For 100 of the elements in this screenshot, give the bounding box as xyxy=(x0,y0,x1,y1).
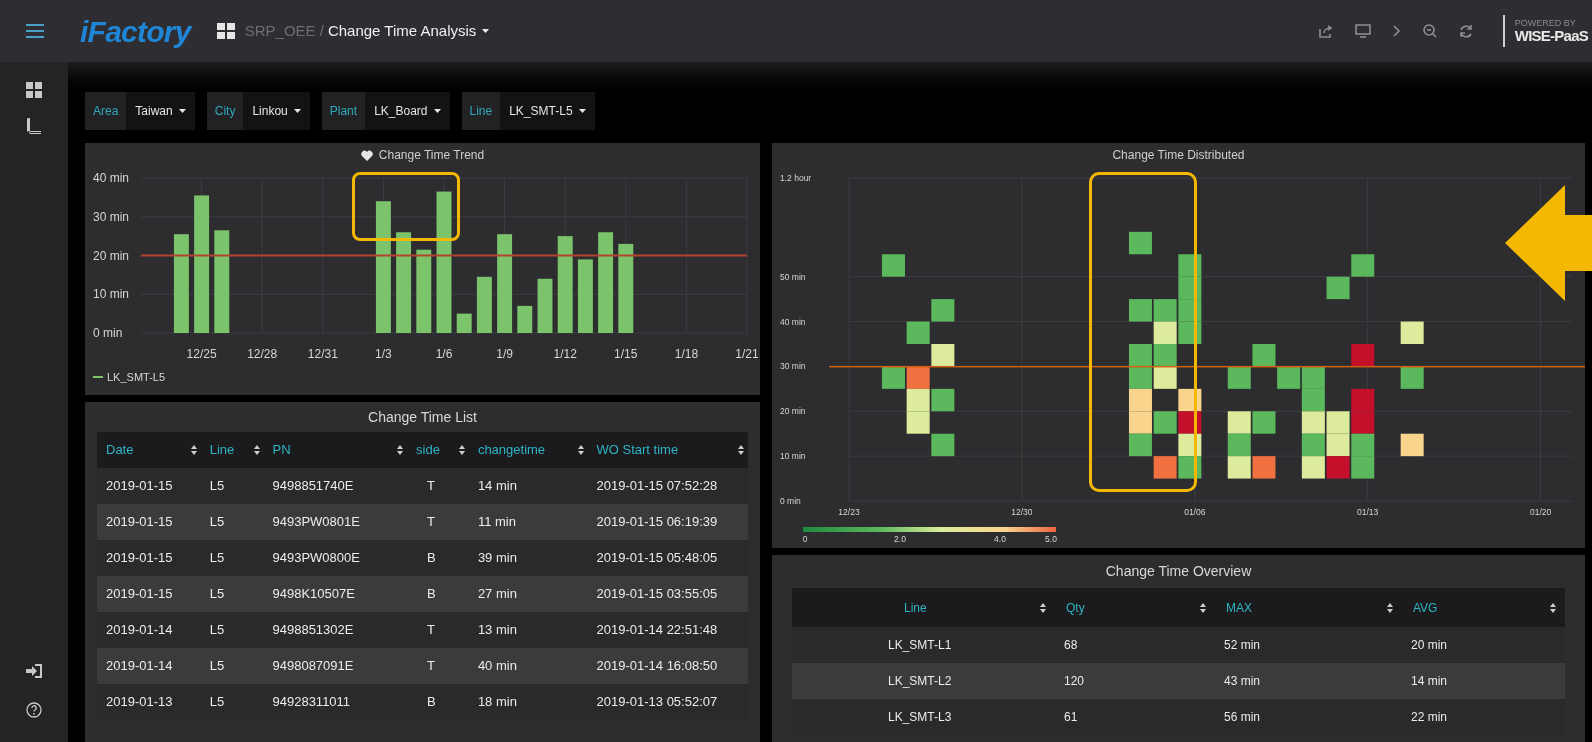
sort-icon[interactable] xyxy=(190,445,197,455)
bar xyxy=(456,313,472,333)
heatmap-cell xyxy=(1227,456,1251,479)
axis-label: 0 min xyxy=(93,326,123,340)
table-cell-text: T xyxy=(426,513,436,532)
axis-label: 12/30 xyxy=(1011,507,1033,517)
dashboard-icon[interactable] xyxy=(26,82,42,98)
scale-label: 5.0 xyxy=(1045,534,1057,544)
monitor-icon[interactable] xyxy=(1354,24,1371,38)
filter-dropdown[interactable]: Linkou xyxy=(243,92,310,130)
filter-label: City xyxy=(206,92,244,130)
chevron-right-icon[interactable] xyxy=(1392,25,1401,37)
caret-icon[interactable] xyxy=(433,109,441,113)
column-header[interactable]: MAX xyxy=(1226,598,1252,617)
filter-dropdown[interactable]: LK_Board xyxy=(365,92,450,130)
table-cell-text: 2019-01-15 xyxy=(105,513,174,532)
heatmap-cell xyxy=(1301,433,1325,457)
heatmap-cell xyxy=(906,321,930,344)
zoom-icon[interactable] xyxy=(1422,24,1437,38)
dashboard-title[interactable]: Change Time Analysis xyxy=(327,19,477,43)
sort-icon[interactable] xyxy=(1040,602,1046,613)
heatmap-cell xyxy=(881,254,905,277)
sign-in-icon[interactable] xyxy=(26,664,42,678)
table-cell-text: 2019-01-15 06:19:39 xyxy=(595,513,719,532)
column-header[interactable]: PN xyxy=(272,440,291,460)
bar xyxy=(476,276,492,333)
column-header[interactable]: side xyxy=(416,440,440,460)
axis-label: 40 min xyxy=(93,171,130,185)
axis-label: 30 min xyxy=(93,209,130,224)
caret-icon[interactable] xyxy=(482,29,490,33)
axis-label: 40 min xyxy=(780,316,806,327)
table-cell-text: L5 xyxy=(208,549,226,568)
heatmap-cell xyxy=(1153,456,1177,479)
table-cell-text: 2019-01-15 xyxy=(105,477,174,496)
sort-icon[interactable] xyxy=(458,445,465,455)
heatmap-cell xyxy=(1351,388,1375,412)
caret-icon[interactable] xyxy=(293,109,301,113)
caret-icon[interactable] xyxy=(178,109,186,113)
table-cell-text: L5 xyxy=(208,657,226,676)
caret-icon[interactable] xyxy=(578,109,586,113)
heatmap-cell xyxy=(906,388,930,412)
column-header[interactable]: Line xyxy=(209,440,235,460)
axis-label: 01/20 xyxy=(1529,507,1552,517)
help-icon[interactable] xyxy=(26,702,42,718)
heatmap-cell xyxy=(1128,366,1152,389)
column-header[interactable]: AVG xyxy=(1413,598,1438,617)
column-header[interactable]: Date xyxy=(106,440,134,460)
table-cell-text: 9493PW0800E xyxy=(271,549,361,568)
heart-icon xyxy=(360,149,373,161)
table-cell-text: 2019-01-15 07:52:28 xyxy=(595,477,719,496)
menu-icon[interactable] xyxy=(26,24,44,38)
heatmap-cell xyxy=(1128,433,1152,457)
axis-label: 12/28 xyxy=(247,347,278,361)
heatmap-cell xyxy=(1351,456,1375,479)
table-cell-text: 2019-01-15 05:48:05 xyxy=(595,549,719,568)
table-cell-text: T xyxy=(426,621,436,640)
filter-dropdown[interactable]: Taiwan xyxy=(126,92,195,130)
sort-icon[interactable] xyxy=(253,445,260,455)
heatmap-cell xyxy=(1301,411,1325,434)
column-header[interactable]: changetime xyxy=(477,440,546,460)
table-cell-text: B xyxy=(426,693,437,712)
filter-dropdown[interactable]: LK_SMT-L5 xyxy=(500,92,595,130)
refresh-icon[interactable] xyxy=(1458,24,1473,38)
powered-by-label: POWERED BY xyxy=(1514,19,1577,28)
dashboard-icon[interactable] xyxy=(216,23,235,39)
axis-label: 1/3 xyxy=(375,347,392,361)
sort-icon[interactable] xyxy=(738,445,744,455)
column-header[interactable]: Qty xyxy=(1066,598,1085,617)
heatmap-cell xyxy=(906,366,930,389)
axis-label: 0 min xyxy=(780,496,801,506)
heatmap-cell xyxy=(1252,456,1276,479)
heatmap-cell xyxy=(1351,344,1375,367)
sort-icon[interactable] xyxy=(1550,602,1556,613)
table-cell-text: B xyxy=(426,549,437,568)
sort-icon[interactable] xyxy=(577,445,584,455)
column-header[interactable]: Line xyxy=(904,598,927,617)
axis-label: 12/31 xyxy=(307,347,338,361)
table-cell-text: 20 min xyxy=(1410,637,1449,654)
scale-label: 2.0 xyxy=(894,534,906,544)
table-title: Change Time List xyxy=(367,407,478,427)
axis-label: 1/18 xyxy=(674,347,699,361)
table-cell-text: L5 xyxy=(208,585,226,604)
table-cell-text: 18 min xyxy=(476,693,518,712)
axis-label: 1/6 xyxy=(435,347,453,361)
table-cell-text: L5 xyxy=(208,477,226,496)
app-logo[interactable]: iFactory xyxy=(80,8,191,54)
share-icon[interactable] xyxy=(1318,24,1333,38)
axis-label: 01/13 xyxy=(1357,507,1379,517)
column-header[interactable]: WO Start time xyxy=(596,440,679,460)
table-cell-text: 11 min xyxy=(476,513,517,532)
heatmap-cell xyxy=(1301,366,1325,389)
table-cell-text: 2019-01-13 05:52:07 xyxy=(595,693,719,712)
heatmap-cell xyxy=(1351,254,1375,277)
table-cell-text: LK_SMT-L1 xyxy=(887,637,953,654)
filter-label: Line xyxy=(461,92,501,130)
table-cell-text: 2019-01-14 xyxy=(105,657,174,676)
sort-icon[interactable] xyxy=(1387,602,1393,613)
sort-icon[interactable] xyxy=(1200,602,1206,613)
heatmap-cell xyxy=(1252,344,1276,367)
sort-icon[interactable] xyxy=(397,445,404,455)
